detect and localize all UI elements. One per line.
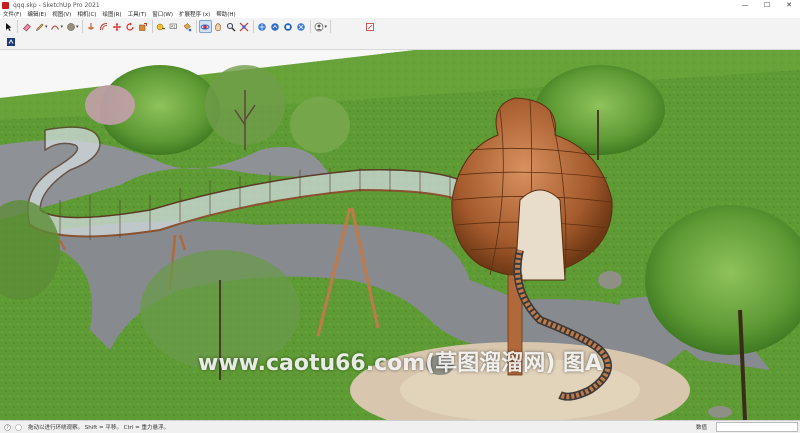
extension-manager-icon — [297, 22, 305, 31]
chevron-down-icon[interactable]: ▾ — [45, 24, 48, 30]
menu-window[interactable]: 窗口(W) — [149, 10, 176, 18]
cursor-arrow-icon — [5, 22, 11, 31]
share-icon — [271, 22, 279, 31]
status-bar: ? 拖动以进行环绕观察。 Shift = 平移。 Ctrl = 重力悬浮。 数值 — [0, 420, 800, 433]
move-icon — [112, 22, 122, 31]
construction-group: A1 — [153, 20, 197, 33]
modify-group — [83, 20, 153, 33]
layout-group — [361, 20, 378, 33]
rock — [598, 271, 622, 289]
window-controls: — ☐ ✕ — [734, 0, 800, 10]
info-icon[interactable]: ? — [3, 423, 11, 431]
pan-tool-button[interactable] — [213, 21, 224, 32]
select-tool-button[interactable] — [3, 21, 14, 32]
status-hint: 拖动以进行环绕观察。 Shift = 平移。 Ctrl = 重力悬浮。 — [28, 425, 169, 431]
chevron-down-icon[interactable]: ▾ — [325, 24, 328, 30]
rotate-icon — [126, 22, 134, 31]
secondary-toolbar — [0, 35, 800, 50]
offset-icon — [100, 22, 108, 30]
measurements-label: 数值 — [696, 425, 708, 431]
shape-tool-button[interactable] — [65, 21, 76, 32]
send-to-layout-icon — [365, 22, 374, 31]
chevron-down-icon[interactable]: ▾ — [76, 24, 79, 30]
paint-bucket-icon — [183, 22, 192, 31]
paint-bucket-tool-button[interactable] — [182, 21, 193, 32]
account-group: ▾ — [311, 20, 332, 33]
zoom-tool-button[interactable] — [226, 21, 237, 32]
zoom-extents-tool-button[interactable] — [239, 21, 250, 32]
window-title: qqq.skp - SketchUp Pro 2021 — [13, 1, 100, 9]
circle-shape-icon — [66, 22, 75, 31]
minimize-button[interactable]: — — [734, 0, 756, 10]
extension-manager-button[interactable] — [296, 21, 307, 32]
select-group — [0, 20, 18, 33]
warehouse-icon — [258, 22, 266, 31]
menu-camera[interactable]: 相机(C) — [74, 10, 99, 18]
main-toolbar: ▾ ▾ ▾ A1 ▾ — [0, 18, 800, 35]
arc-tool-button[interactable] — [50, 21, 61, 32]
extension-icon — [284, 22, 292, 31]
title-bar: qqq.skp - SketchUp Pro 2021 — ☐ ✕ — [0, 0, 800, 10]
menu-extensions[interactable]: 扩展程序 (x) — [176, 10, 213, 18]
account-button[interactable] — [314, 21, 325, 32]
hand-icon — [215, 22, 221, 31]
geo-location-icon[interactable] — [14, 423, 22, 431]
menu-tools[interactable]: 工具(T) — [125, 10, 150, 18]
menu-view[interactable]: 视图(V) — [49, 10, 74, 18]
rock — [708, 406, 732, 418]
orbit-tool-button[interactable] — [198, 20, 212, 33]
camera-group — [197, 20, 254, 33]
sketchup-app-icon — [2, 1, 9, 9]
share-model-button[interactable] — [270, 21, 281, 32]
svg-text:A1: A1 — [171, 24, 176, 28]
eraser-icon — [22, 23, 31, 31]
text-tool-button[interactable]: A1 — [169, 21, 180, 32]
zoom-extents-icon — [239, 22, 249, 31]
instructor-icon — [6, 38, 15, 46]
push-pull-icon — [87, 22, 95, 30]
measurements-input[interactable] — [716, 422, 798, 432]
maximize-button[interactable]: ☐ — [756, 0, 778, 10]
line-tool-button[interactable] — [34, 21, 45, 32]
move-tool-button[interactable] — [112, 21, 123, 32]
watermark-text: www.caotu66.com(草图溜溜网) 图A — [198, 351, 602, 376]
text-icon: A1 — [169, 23, 177, 29]
extension-warehouse-button[interactable] — [283, 21, 294, 32]
orbit-icon — [200, 24, 210, 29]
pencil-icon — [35, 22, 44, 31]
rotate-tool-button[interactable] — [125, 21, 136, 32]
send-to-layout-button[interactable] — [364, 21, 375, 32]
chevron-down-icon[interactable]: ▾ — [61, 24, 64, 30]
online-group — [254, 20, 311, 33]
menu-bar: 文件(F) 编辑(E) 视图(V) 相机(C) 绘图(R) 工具(T) 窗口(W… — [0, 10, 800, 18]
push-pull-tool-button[interactable] — [86, 21, 97, 32]
menu-help[interactable]: 帮助(H) — [213, 10, 238, 18]
menu-file[interactable]: 文件(F) — [0, 10, 24, 18]
menu-draw[interactable]: 绘图(R) — [99, 10, 124, 18]
eraser-tool-button[interactable] — [21, 21, 32, 32]
menu-edit[interactable]: 编辑(E) — [24, 10, 49, 18]
magnifier-icon — [226, 22, 236, 31]
edit-group: ▾ ▾ ▾ — [18, 20, 83, 33]
scale-tool-button[interactable] — [138, 21, 149, 32]
tape-measure-icon — [156, 23, 166, 30]
account-icon — [314, 22, 324, 31]
scale-icon — [139, 22, 147, 31]
offset-tool-button[interactable] — [99, 21, 110, 32]
tape-measure-tool-button[interactable] — [156, 21, 167, 32]
warehouse-button[interactable] — [257, 21, 268, 32]
instructor-button[interactable] — [5, 37, 16, 48]
close-button[interactable]: ✕ — [778, 0, 800, 10]
arc-icon — [51, 24, 60, 30]
